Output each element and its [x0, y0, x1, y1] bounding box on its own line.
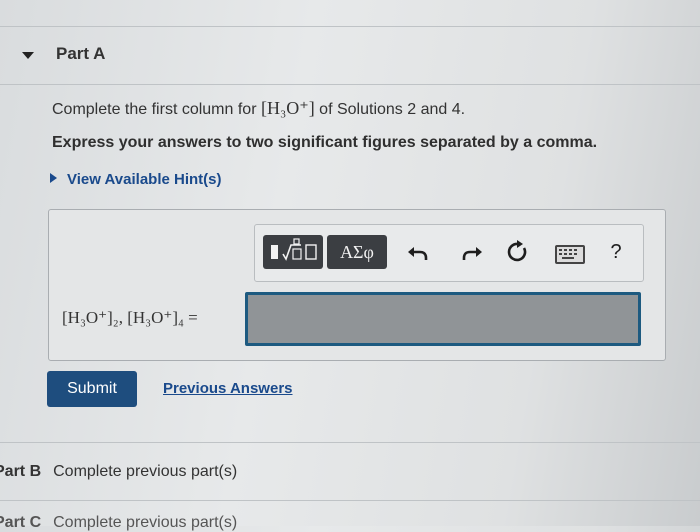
part-c-title: Part C: [0, 514, 42, 531]
expand-triangle-icon: [50, 173, 57, 183]
part-b-title: Part B: [0, 463, 42, 480]
help-icon[interactable]: ?: [603, 239, 629, 265]
part-c-row[interactable]: Part C Complete previous part(s): [0, 514, 237, 532]
greek-symbols-button[interactable]: ΑΣφ: [327, 235, 387, 269]
math-toolbar: ΑΣφ ?: [254, 224, 644, 282]
view-hints-link[interactable]: View Available Hint(s): [50, 171, 222, 188]
part-a-title: Part A: [56, 44, 106, 63]
reset-icon[interactable]: [505, 239, 531, 265]
part-b-bottom-divider: [0, 500, 700, 501]
redo-icon[interactable]: [459, 239, 485, 265]
part-b-row[interactable]: Part B Complete previous part(s): [0, 463, 237, 481]
answer-input[interactable]: [245, 292, 641, 346]
question-suffix: of Solutions 2 and 4.: [314, 101, 466, 118]
question-chem: [H₃O⁺]: [260, 98, 315, 118]
templates-icon: [271, 238, 317, 261]
templates-button[interactable]: [263, 235, 323, 269]
question-text: Complete the first column for [H₃O⁺] of …: [52, 98, 465, 119]
part-b-status: Complete previous part(s): [53, 463, 238, 480]
part-b-top-divider: [0, 442, 700, 443]
submit-button[interactable]: Submit: [47, 371, 137, 407]
part-c-status: Complete previous part(s): [53, 514, 238, 531]
hint-label: View Available Hint(s): [67, 171, 222, 188]
answer-label: [H₃O⁺]₂, [H₃O⁺]₄ =: [62, 308, 198, 327]
collapse-caret-icon[interactable]: [22, 52, 34, 59]
part-a-header[interactable]: Part A: [0, 28, 700, 84]
previous-answers-link[interactable]: Previous Answers: [163, 380, 293, 397]
instruction-text: Express your answers to two significant …: [52, 134, 598, 151]
part-a-header-divider: [0, 84, 700, 85]
undo-icon[interactable]: [405, 239, 431, 265]
question-prefix: Complete the first column for: [52, 101, 261, 118]
top-divider: [0, 26, 700, 27]
keyboard-icon[interactable]: [555, 245, 585, 264]
